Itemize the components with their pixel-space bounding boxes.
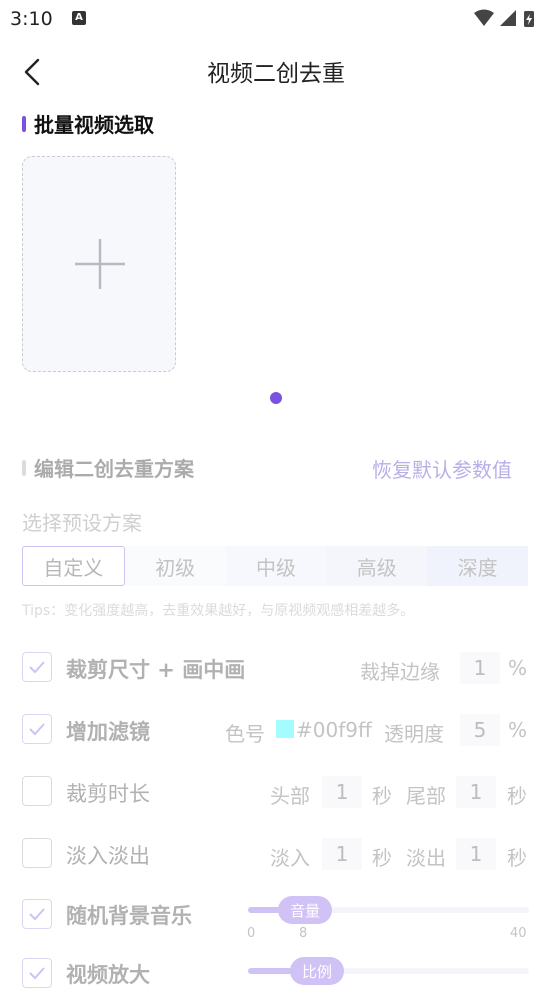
trim-head-unit: 秒	[372, 784, 392, 808]
volume-min: 0	[247, 926, 256, 941]
crop-param-label: 裁掉边缘	[360, 660, 440, 684]
fade-in-input[interactable]: 1	[322, 838, 362, 870]
crop-unit: %	[508, 656, 528, 680]
reset-defaults-link[interactable]: 恢复默认参数值	[372, 454, 512, 483]
section-title-plan: 编辑二创去重方案	[34, 457, 194, 481]
crop-label: 裁剪尺寸 + 画中画	[66, 658, 246, 682]
plus-icon	[75, 239, 125, 289]
section-title-video-select: 批量视频选取	[34, 113, 154, 137]
zoom-slider-thumb[interactable]: 比例	[290, 957, 345, 985]
section-marker	[22, 460, 26, 476]
video-upload-slot[interactable]	[22, 156, 176, 372]
music-checkbox[interactable]	[22, 899, 52, 929]
trim-tail-unit: 秒	[507, 784, 527, 808]
status-icons	[474, 9, 534, 27]
filter-label: 增加滤镜	[66, 720, 150, 744]
filter-color-value[interactable]: #00f9ff	[296, 718, 372, 742]
fade-out-unit: 秒	[507, 846, 527, 870]
check-icon	[29, 723, 45, 736]
page-title: 视频二创去重	[207, 61, 345, 87]
volume-value: 8	[299, 926, 308, 941]
preset-label: 选择预设方案	[22, 511, 142, 535]
fade-checkbox[interactable]	[22, 838, 52, 868]
preset-tab-basic[interactable]: 初级	[124, 546, 226, 586]
section-marker	[22, 116, 26, 132]
trim-label: 裁剪时长	[66, 782, 150, 806]
zoom-label: 视频放大	[66, 963, 150, 987]
preset-tab-deep[interactable]: 深度	[427, 546, 528, 586]
wifi-icon	[474, 9, 494, 26]
notification-icon: A	[72, 11, 86, 25]
preset-tab-custom[interactable]: 自定义	[22, 546, 125, 586]
filter-opacity-input[interactable]: 5	[460, 714, 500, 746]
trim-checkbox[interactable]	[22, 776, 52, 806]
volume-max: 40	[510, 926, 527, 941]
filter-color-label: 色号	[225, 722, 265, 746]
signal-icon	[500, 10, 516, 26]
filter-opacity-label: 透明度	[384, 722, 444, 746]
trim-head-input[interactable]: 1	[322, 776, 362, 808]
zoom-checkbox[interactable]	[22, 958, 52, 988]
fade-label: 淡入淡出	[66, 844, 150, 868]
fade-in-unit: 秒	[372, 846, 392, 870]
preset-tabs: 自定义 初级 中级 高级 深度	[22, 546, 528, 586]
crop-input[interactable]: 1	[460, 652, 500, 684]
preset-tab-medium[interactable]: 中级	[225, 546, 327, 586]
trim-tail-input[interactable]: 1	[456, 776, 496, 808]
fade-out-input[interactable]: 1	[456, 838, 496, 870]
crop-checkbox[interactable]	[22, 652, 52, 682]
preset-tips: Tips：变化强度越高，去重效果越好，与原视频观感相差越多。	[22, 603, 415, 619]
check-icon	[29, 661, 45, 674]
page-indicator-dot	[270, 392, 282, 404]
filter-unit: %	[508, 718, 528, 742]
fade-in-label: 淡入	[270, 846, 310, 870]
volume-slider-thumb[interactable]: 音量	[278, 896, 333, 924]
filter-checkbox[interactable]	[22, 714, 52, 744]
fade-out-label: 淡出	[406, 846, 446, 870]
preset-tab-high[interactable]: 高级	[326, 546, 428, 586]
music-label: 随机背景音乐	[66, 904, 192, 928]
status-time: 3:10	[10, 8, 53, 30]
trim-head-label: 头部	[270, 784, 310, 808]
check-icon	[29, 908, 45, 921]
trim-tail-label: 尾部	[406, 784, 446, 808]
filter-color-swatch[interactable]	[276, 720, 294, 738]
